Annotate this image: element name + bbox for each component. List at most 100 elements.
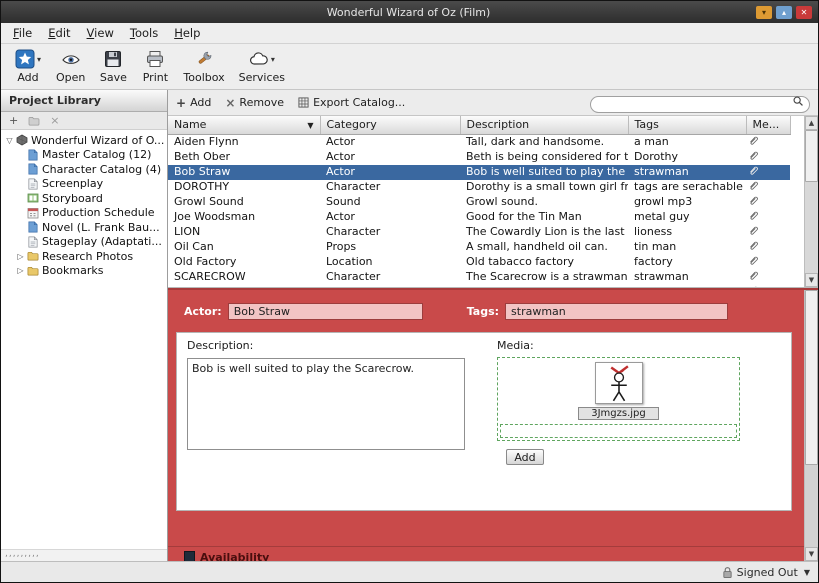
table-row-old-factory[interactable]: Old Factory Location Old tabacco factory fa… — [168, 255, 790, 270]
media-dropzone[interactable]: 3Jmgzs.jpg — [497, 357, 740, 441]
table-row-joe-woodsman[interactable]: Joe Woodsman Actor Good for the Tin Man met… — [168, 210, 790, 225]
tree-item-label: Character Catalog (4) — [42, 162, 162, 176]
media-thumbnail[interactable] — [594, 362, 643, 404]
scroll-thumb[interactable] — [805, 130, 818, 182]
scroll-up-arrow[interactable]: ▲ — [805, 116, 818, 130]
menu-help[interactable]: Help — [166, 24, 208, 42]
tags-field[interactable] — [505, 303, 729, 320]
toolbar-open-button[interactable]: Open — [53, 47, 88, 85]
column-header-description[interactable]: Description — [460, 116, 629, 135]
tree-expander-icon[interactable]: ▷ — [15, 252, 26, 261]
menu-file[interactable]: File — [5, 24, 40, 42]
table-row-dorothy[interactable]: DOROTHY Character Dorothy is a small town … — [168, 180, 790, 195]
menu-tools[interactable]: Tools — [122, 24, 166, 42]
column-header-category[interactable]: Category — [320, 116, 461, 135]
detail-scroll-track[interactable] — [805, 290, 818, 547]
toolbar-services-button[interactable]: ▾ Services — [236, 47, 288, 85]
tree-item-master-catalog-12[interactable]: Master Catalog (12) — [1, 148, 167, 163]
table-row-aiden-flynn[interactable]: Aiden Flynn Actor Tall, dark and handsome.… — [168, 134, 790, 150]
menu-edit[interactable]: Edit — [40, 24, 78, 42]
description-textarea[interactable]: Bob is well suited to play the Scarecrow… — [187, 358, 465, 450]
tree-expander-icon[interactable]: ▽ — [4, 136, 15, 145]
tree-item-novel-l-frank-bau[interactable]: Novel (L. Frank Bau... — [1, 220, 167, 235]
media-filename-chip[interactable]: 3Jmgzs.jpg — [578, 407, 659, 420]
tree-folder-button[interactable] — [28, 116, 40, 126]
table-row-growl-sound[interactable]: Growl Sound Sound Growl sound. growl mp3 — [168, 195, 790, 210]
description-cell: Dorothy is a small town girl fro... — [466, 180, 628, 193]
sort-arrow-icon: ▼ — [307, 121, 314, 131]
catalog-remove-button[interactable]: × Remove — [225, 96, 284, 110]
name-cell: Scene 1 details — [168, 285, 320, 287]
tree-item-label: Novel (L. Frank Bau... — [42, 220, 160, 234]
column-header-tags[interactable]: Tags — [628, 116, 747, 135]
sidebar-resize-grip[interactable]: ,,,,,,,,, — [1, 549, 167, 561]
menu-view[interactable]: View — [79, 24, 122, 42]
tree-item-research-photos[interactable]: ▷ Research Photos — [1, 249, 167, 264]
dropdown-caret-icon[interactable]: ▾ — [271, 55, 275, 64]
category-cell: Scene Details — [320, 285, 460, 287]
media-dropzone-empty[interactable] — [500, 424, 737, 438]
detail-scroll-thumb[interactable] — [805, 290, 818, 465]
search-input[interactable] — [590, 95, 810, 113]
name-cell: Old Factory — [174, 255, 237, 268]
search-icon[interactable] — [792, 95, 804, 107]
close-button[interactable]: ✕ — [796, 5, 812, 19]
tags-cell: strawman — [634, 165, 689, 178]
schedule-icon — [26, 207, 39, 219]
description-cell: Growl sound. — [466, 195, 538, 208]
minimize-button[interactable]: ▾ — [756, 5, 772, 19]
tree-item-production-schedule[interactable]: Production Schedule — [1, 206, 167, 221]
availability-checkbox[interactable] — [184, 551, 195, 561]
scroll-track[interactable] — [805, 130, 818, 273]
catalog-add-button[interactable]: + Add — [176, 96, 211, 110]
actor-field[interactable] — [227, 303, 423, 320]
table-row-lion[interactable]: LION Character The Cowardly Lion is the la… — [168, 225, 790, 240]
tree-item-storyboard[interactable]: Storyboard — [1, 191, 167, 206]
tree-item-wonderful-wizard-of-o[interactable]: ▽ Wonderful Wizard of O... — [1, 133, 167, 148]
catalog-table-area: Name ▼ Category Description Tags Me... Aiden … — [168, 116, 818, 288]
description-label: Description: — [187, 339, 254, 352]
toolbar-add-button[interactable]: ▾ Add — [11, 47, 45, 85]
column-header-name[interactable]: Name ▼ — [168, 116, 321, 135]
tree-item-character-catalog-4[interactable]: Character Catalog (4) — [1, 162, 167, 177]
maximize-button[interactable]: ▴ — [776, 5, 792, 19]
detail-scrollbar[interactable]: ▼ — [804, 290, 818, 561]
media-section: Media: 3Jmgzs.jpg Add — [497, 339, 740, 504]
folder-icon — [26, 265, 39, 277]
catalog-panel: + Add × Remove Export Catalog... Name ▼ … — [168, 90, 818, 561]
table-scrollbar[interactable]: ▲ ▼ — [804, 116, 818, 287]
tree-item-stageplay-adaptati[interactable]: Stageplay (Adaptati... — [1, 235, 167, 250]
media-add-button[interactable]: Add — [506, 449, 544, 465]
toolbar-toolbox-button[interactable]: Toolbox — [180, 47, 227, 85]
export-catalog-label: Export Catalog... — [313, 96, 406, 109]
paperclip-icon — [748, 285, 759, 287]
detail-scroll-down-arrow[interactable]: ▼ — [805, 547, 818, 561]
name-cell: SCARECROW — [174, 270, 246, 283]
titlebar[interactable]: Wonderful Wizard of Oz (Film) ▾ ▴ ✕ — [1, 1, 818, 23]
tree-add-button[interactable]: + — [9, 113, 18, 129]
description-section: Description: Bob is well suited to play … — [187, 339, 487, 504]
table-row-beth-ober[interactable]: Beth Ober Actor Beth is being considered f… — [168, 150, 790, 165]
tree-item-screenplay[interactable]: Screenplay — [1, 177, 167, 192]
toolbar-save-button[interactable]: Save — [96, 47, 130, 85]
signin-status-button[interactable]: Signed Out ▼ — [722, 566, 810, 579]
table-row-oil-can[interactable]: Oil Can Props A small, handheld oil can. ti… — [168, 240, 790, 255]
tree-expander-icon[interactable]: ▷ — [15, 266, 26, 275]
toolbar-print-button[interactable]: Print — [138, 47, 172, 85]
main-toolbar: ▾ Add Open Save Print Toolbox ▾ Services — [1, 44, 818, 90]
tree-item-label: Production Schedule — [42, 206, 155, 220]
export-catalog-button[interactable]: Export Catalog... — [298, 96, 405, 109]
table-row-scene-1-details[interactable]: Scene 1 detailsScene DetailsDorothy, Sca… — [168, 285, 790, 287]
scroll-down-arrow[interactable]: ▼ — [805, 273, 818, 287]
media-cell — [746, 240, 790, 255]
tree-remove-button[interactable]: × — [50, 113, 59, 129]
export-grid-icon — [298, 97, 309, 108]
tree-item-bookmarks[interactable]: ▷ Bookmarks — [1, 264, 167, 279]
paperclip-icon — [748, 270, 759, 281]
dropdown-caret-icon[interactable]: ▾ — [37, 55, 41, 64]
column-header-me[interactable]: Me... — [746, 116, 791, 135]
document-icon — [26, 178, 39, 190]
table-row-bob-straw[interactable]: Bob Straw Actor Bob is well suited to play… — [168, 164, 790, 180]
catalog-icon — [26, 163, 39, 175]
table-row-scarecrow[interactable]: SCARECROW Character The Scarecrow is a str… — [168, 270, 790, 285]
